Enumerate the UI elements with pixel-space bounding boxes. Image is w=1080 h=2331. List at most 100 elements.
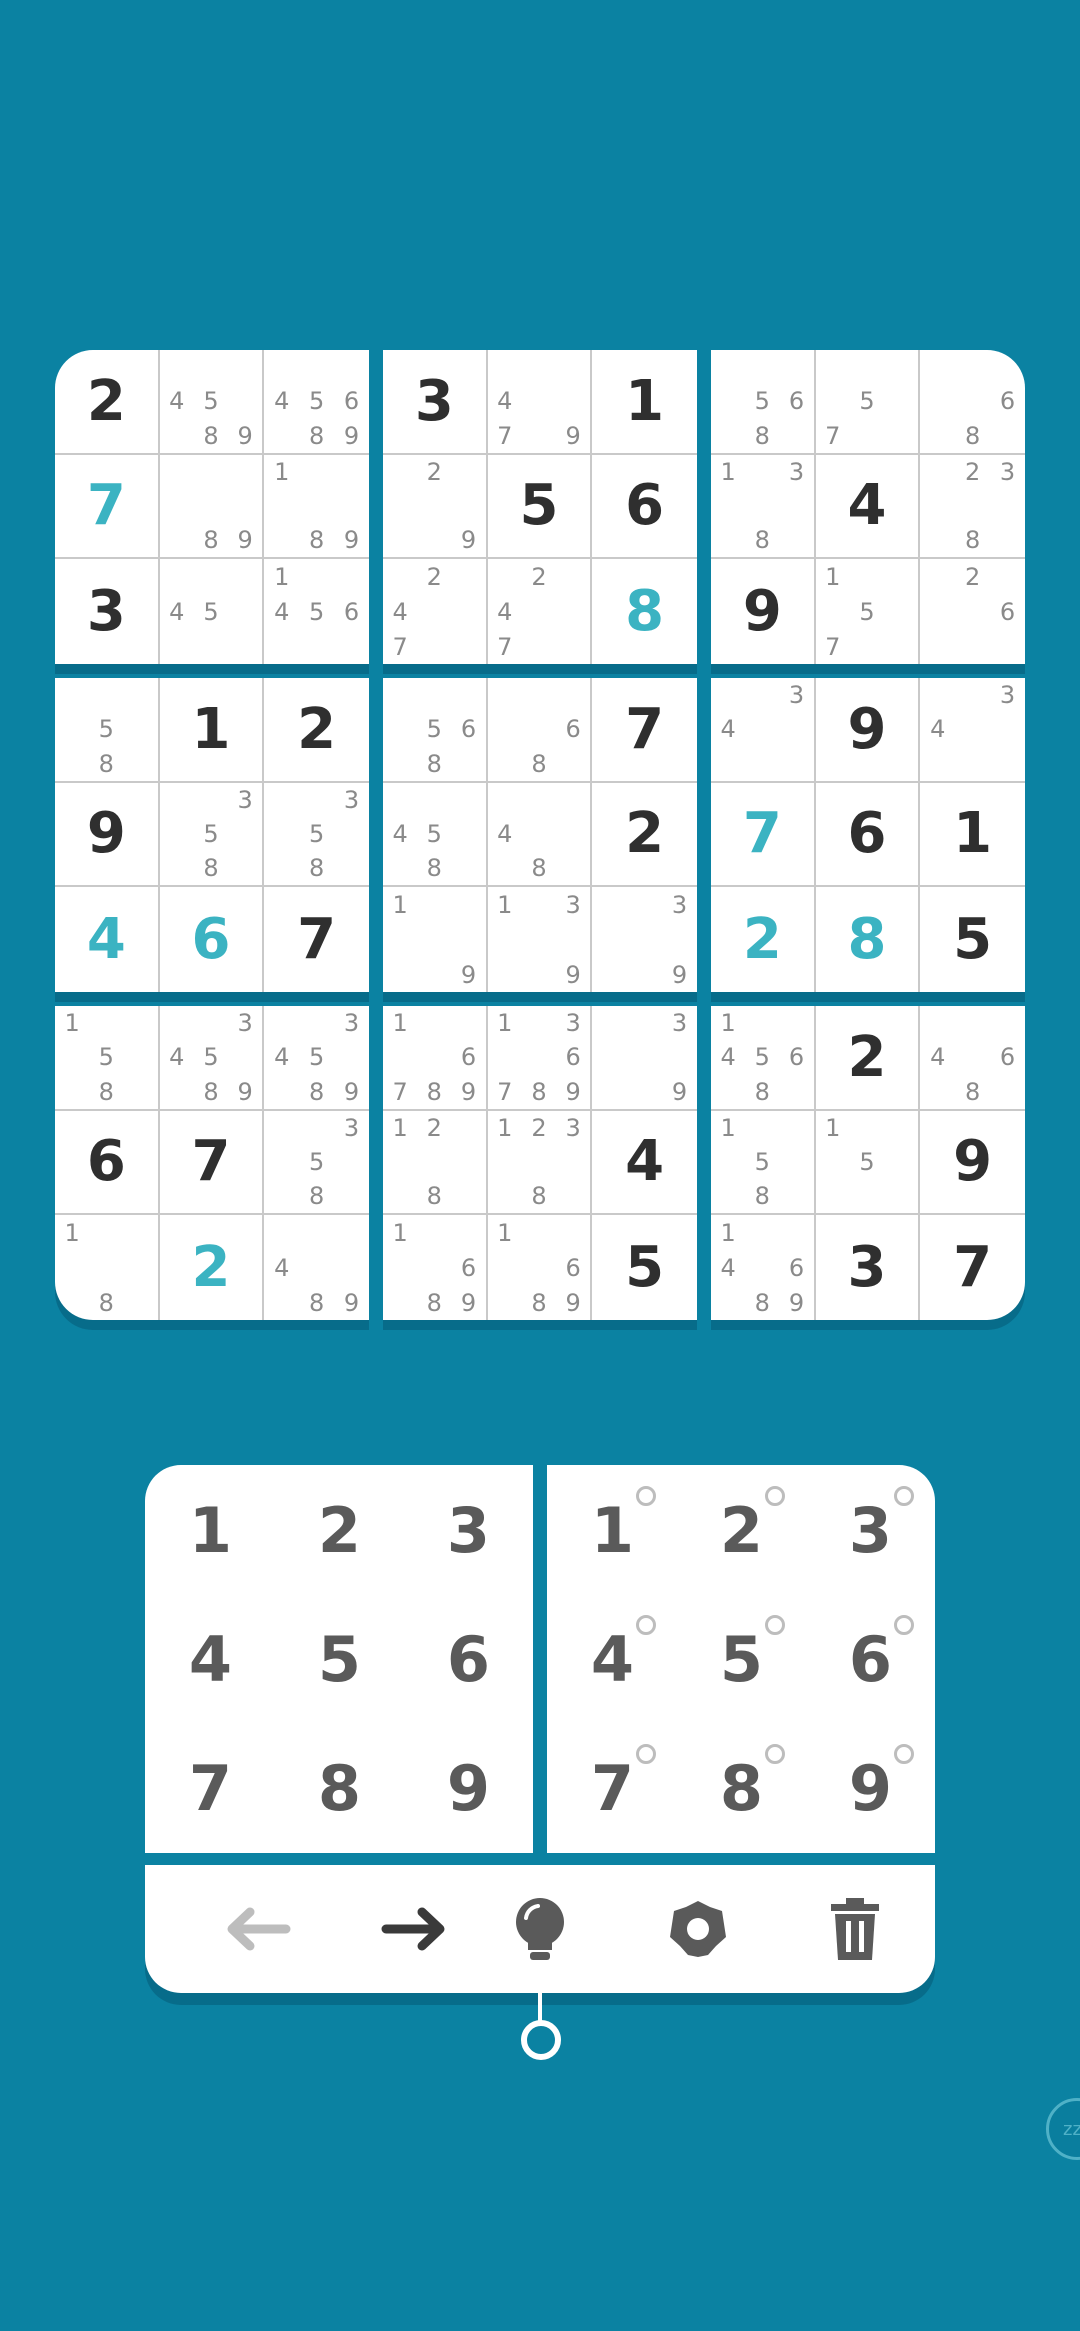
sudoku-cell[interactable]: 15 8: [711, 1110, 816, 1216]
sudoku-cell[interactable]: 23 8: [920, 455, 1025, 560]
sudoku-cell[interactable]: 3: [816, 1215, 921, 1320]
sudoku-cell[interactable]: 6: [592, 455, 697, 560]
sudoku-cell[interactable]: 39: [592, 1006, 697, 1111]
sudoku-cell[interactable]: 9: [815, 678, 921, 783]
sudoku-cell[interactable]: 1 4 689: [711, 1215, 816, 1320]
note-key-2[interactable]: 2: [677, 1466, 806, 1595]
hint-button[interactable]: [490, 1879, 590, 1979]
sudoku-cell[interactable]: 2: [711, 887, 816, 992]
sudoku-cell[interactable]: 45 89: [159, 350, 265, 455]
sudoku-cell[interactable]: 4: [815, 454, 921, 560]
note-key-8[interactable]: 8: [677, 1724, 806, 1853]
sudoku-cell[interactable]: 29: [383, 454, 488, 560]
note-key-3[interactable]: 3: [806, 1466, 935, 1595]
sudoku-cell[interactable]: 4 7 9: [487, 350, 593, 455]
sudoku-cell[interactable]: 568: [383, 678, 488, 783]
sudoku-cell[interactable]: 4: [592, 1111, 697, 1216]
note-key-5[interactable]: 5: [677, 1595, 806, 1724]
sudoku-cell[interactable]: 34: [711, 678, 816, 783]
sudoku-cell[interactable]: 39: [592, 887, 697, 992]
sudoku-cell[interactable]: 2: [815, 1006, 921, 1111]
number-key-9[interactable]: 9: [404, 1724, 533, 1853]
sudoku-cell[interactable]: 8: [816, 887, 921, 992]
sudoku-cell[interactable]: 4: [55, 887, 160, 992]
settings-button[interactable]: [648, 1879, 748, 1979]
sudoku-cell[interactable]: 57: [815, 350, 921, 455]
sudoku-cell[interactable]: 2: [160, 1215, 265, 1320]
sudoku-cell[interactable]: 1 4568: [711, 1006, 816, 1111]
sudoku-cell[interactable]: 24 7: [488, 559, 593, 664]
sudoku-cell[interactable]: 2: [55, 350, 160, 455]
sudoku-cell[interactable]: 7: [920, 1215, 1025, 1320]
sudoku-cell[interactable]: 45 8: [383, 782, 488, 888]
sudoku-cell[interactable]: 5: [487, 454, 593, 560]
sudoku-cell[interactable]: 6: [815, 782, 921, 888]
note-key-9[interactable]: 9: [806, 1724, 935, 1853]
sudoku-cell[interactable]: 68: [487, 678, 593, 783]
sudoku-cell[interactable]: 7: [55, 454, 160, 560]
sudoku-cell[interactable]: 6: [160, 887, 265, 992]
sudoku-cell[interactable]: 1: [592, 350, 697, 455]
undo-button[interactable]: [207, 1879, 307, 1979]
sudoku-cell[interactable]: 7: [592, 678, 697, 783]
sudoku-cell[interactable]: 35 8: [264, 783, 369, 888]
sudoku-cell[interactable]: 157: [816, 559, 921, 664]
sudoku-cell[interactable]: 1 3 8: [711, 454, 816, 560]
note-key-6[interactable]: 6: [806, 1595, 935, 1724]
delete-button[interactable]: [805, 1879, 905, 1979]
sudoku-cell[interactable]: 19: [383, 887, 488, 992]
sudoku-cell[interactable]: 9: [711, 559, 816, 664]
sudoku-cell[interactable]: 68: [920, 350, 1025, 455]
number-key-5[interactable]: 5: [275, 1595, 404, 1724]
sudoku-cell[interactable]: 15: [815, 1110, 921, 1216]
number-key-6[interactable]: 6: [404, 1595, 533, 1724]
sudoku-cell[interactable]: 7: [264, 887, 369, 992]
sudoku-cell[interactable]: 45689: [264, 350, 369, 455]
sudoku-cell[interactable]: 89: [159, 454, 265, 560]
sudoku-cell[interactable]: 1: [920, 783, 1025, 888]
sudoku-cell[interactable]: 12 8: [383, 1110, 488, 1216]
sudoku-cell[interactable]: 9: [920, 1111, 1025, 1216]
sudoku-cell[interactable]: 35 8: [264, 1111, 369, 1216]
note-key-1[interactable]: 1: [548, 1466, 677, 1595]
sudoku-cell[interactable]: 3 45 89: [264, 1006, 369, 1111]
sudoku-cell[interactable]: 2: [264, 678, 369, 783]
sudoku-cell[interactable]: 6: [55, 1110, 160, 1216]
note-key-4[interactable]: 4: [548, 1595, 677, 1724]
sudoku-cell[interactable]: 489: [264, 1215, 369, 1320]
sudoku-cell[interactable]: 24 7: [383, 559, 488, 664]
sudoku-cell[interactable]: 3: [383, 350, 488, 455]
sudoku-cell[interactable]: 1 456: [264, 559, 369, 664]
sudoku-cell[interactable]: 18: [55, 1215, 160, 1320]
sudoku-cell[interactable]: 7: [159, 1110, 265, 1216]
sudoku-cell[interactable]: 15 8: [55, 1006, 160, 1111]
sudoku-cell[interactable]: 7: [711, 782, 816, 888]
sudoku-cell[interactable]: 8: [592, 559, 697, 664]
sudoku-cell[interactable]: 34: [920, 678, 1025, 783]
note-key-7[interactable]: 7: [548, 1724, 677, 1853]
sleep-bubble[interactable]: zz: [1046, 2098, 1080, 2160]
sudoku-cell[interactable]: 58: [55, 678, 160, 783]
sudoku-cell[interactable]: 1 89: [264, 455, 369, 560]
sudoku-cell[interactable]: 1 3 6 789: [487, 1006, 593, 1111]
sudoku-cell[interactable]: 3: [55, 559, 160, 664]
number-key-7[interactable]: 7: [146, 1724, 275, 1853]
sudoku-cell[interactable]: 4 68: [920, 1006, 1025, 1111]
number-key-4[interactable]: 4: [146, 1595, 275, 1724]
sudoku-cell[interactable]: 2: [592, 783, 697, 888]
sudoku-cell[interactable]: 1 6 789: [383, 1006, 488, 1111]
number-key-8[interactable]: 8: [275, 1724, 404, 1853]
sudoku-cell[interactable]: 568: [711, 350, 816, 455]
number-key-1[interactable]: 1: [146, 1466, 275, 1595]
sudoku-cell[interactable]: 1 3 9: [488, 887, 593, 992]
sudoku-cell[interactable]: 5: [592, 1215, 697, 1320]
sudoku-cell[interactable]: 1689: [488, 1215, 593, 1320]
sudoku-cell[interactable]: 35 8: [159, 782, 265, 888]
number-key-2[interactable]: 2: [275, 1466, 404, 1595]
sudoku-cell[interactable]: 45: [160, 559, 265, 664]
sudoku-cell[interactable]: 48: [487, 782, 593, 888]
redo-button[interactable]: [365, 1879, 465, 1979]
number-key-3[interactable]: 3: [404, 1466, 533, 1595]
sudoku-cell[interactable]: 1: [159, 678, 265, 783]
sudoku-cell[interactable]: 5: [920, 887, 1025, 992]
